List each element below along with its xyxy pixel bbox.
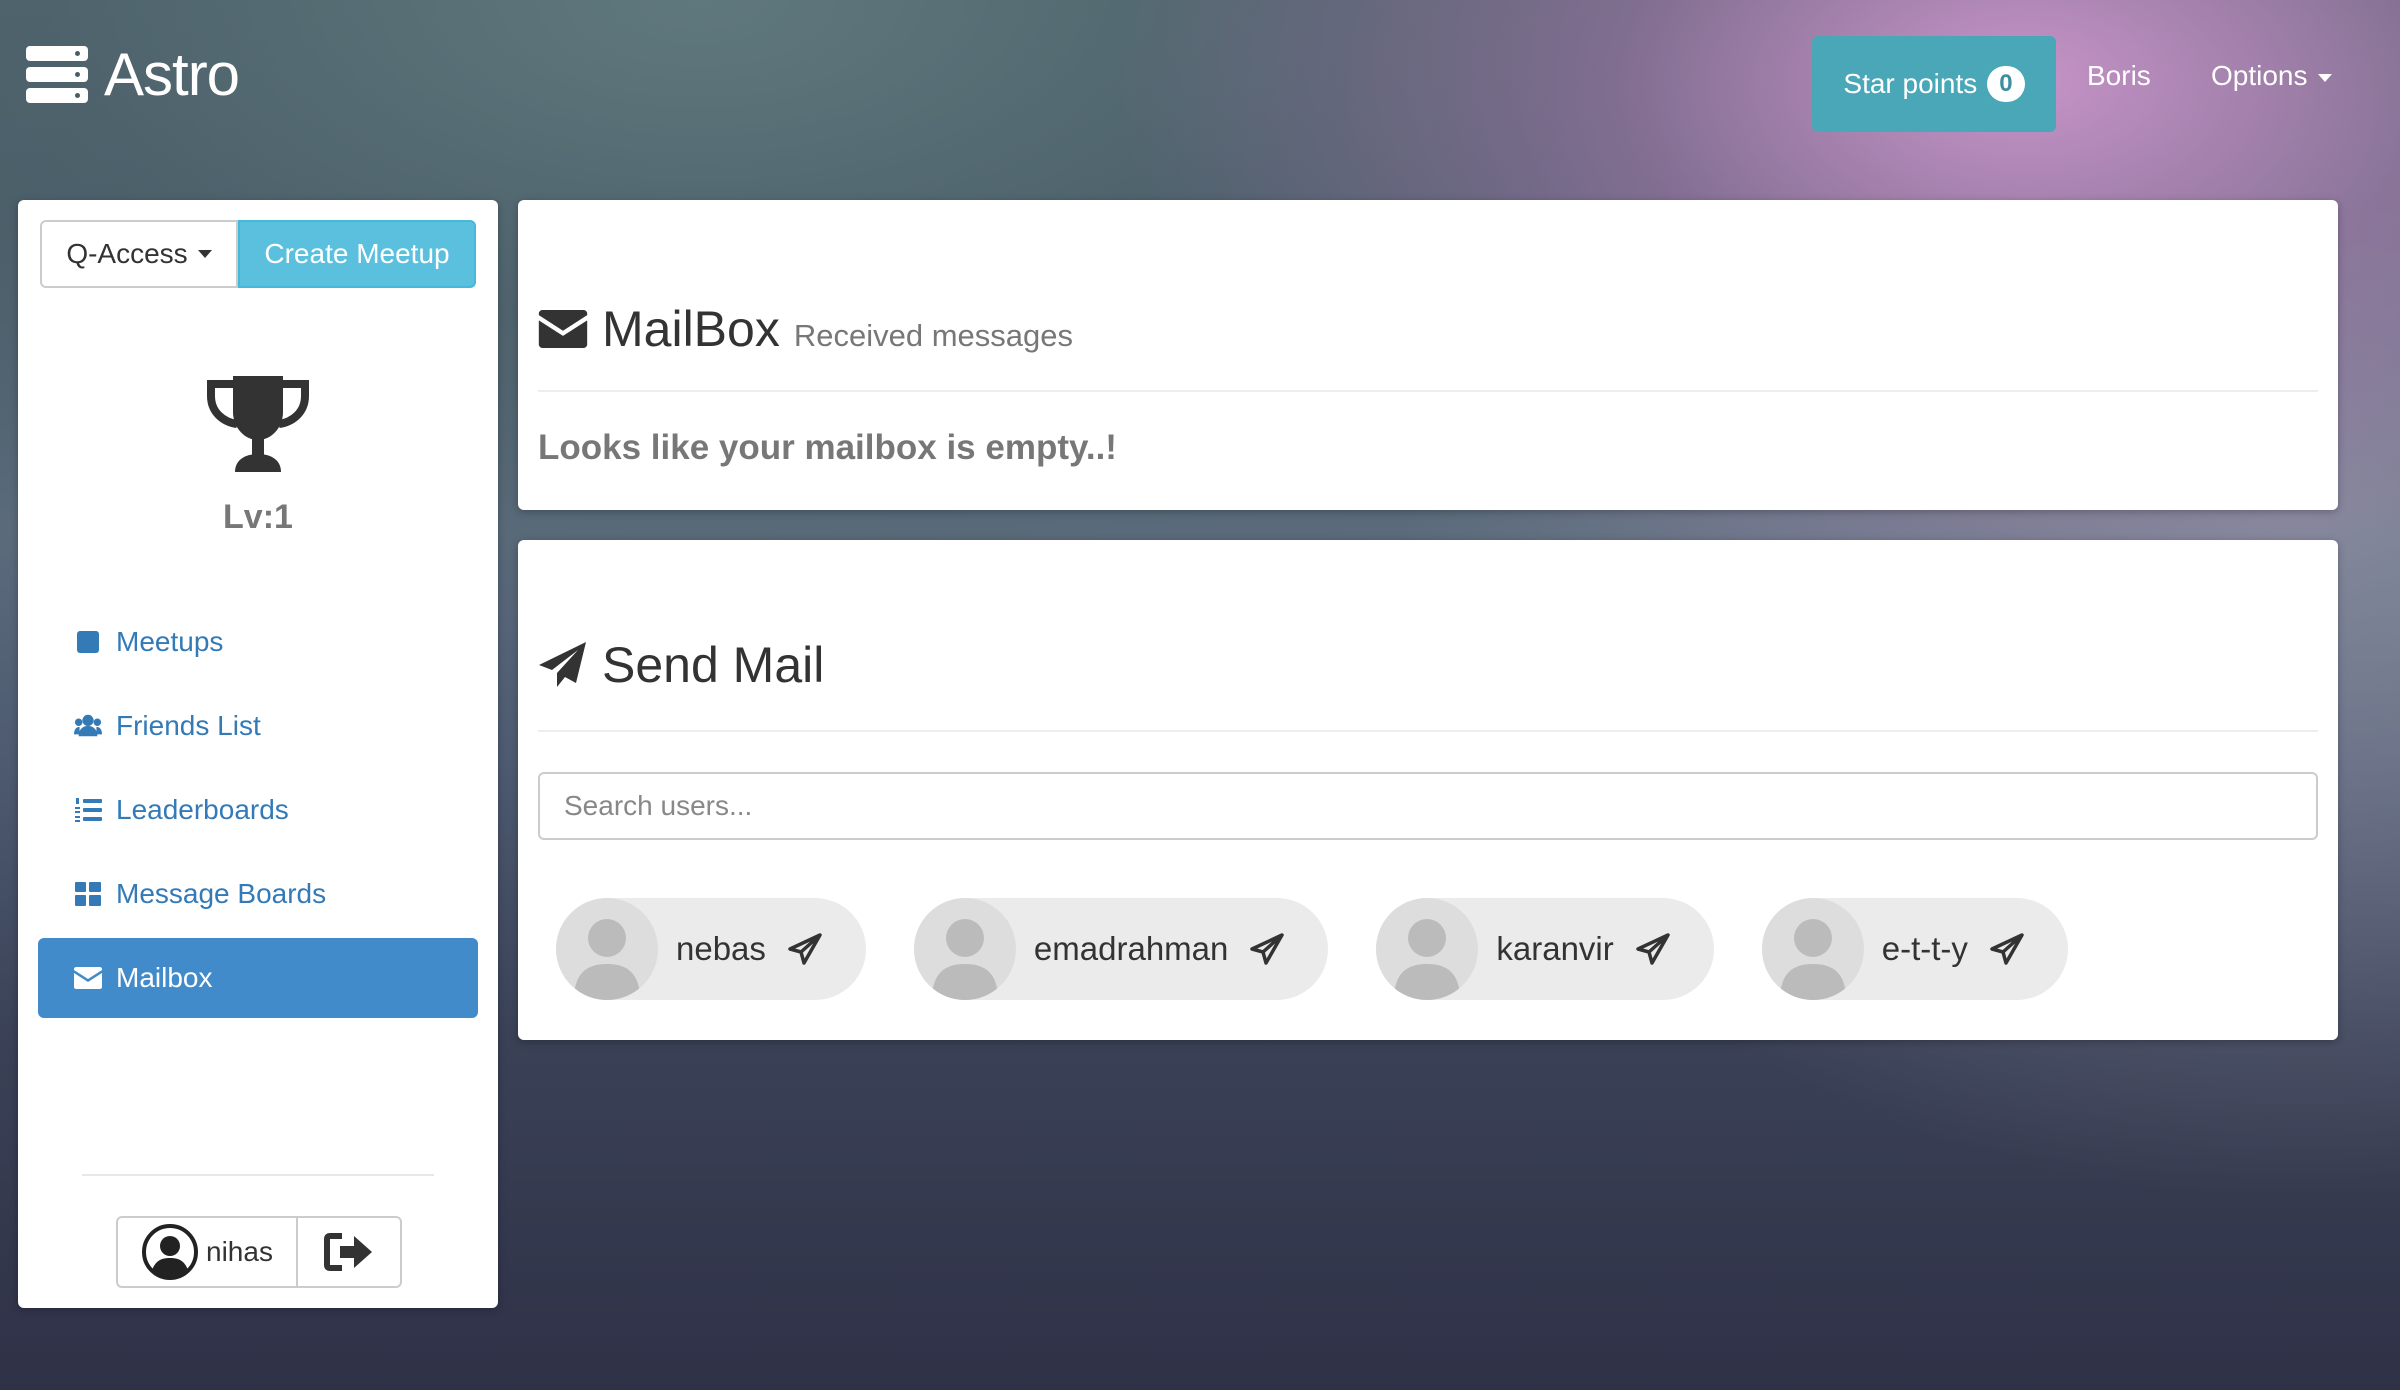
user-level: Lv:1 (223, 498, 293, 536)
sidebar-item-label: Message Boards (116, 878, 327, 909)
user-profile-button[interactable]: nihas (116, 1216, 298, 1288)
mailbox-header: MailBox Received messages (538, 300, 1073, 358)
sidebar: Q-Access Create Meetup Lv:1 Meetups Frie… (18, 200, 498, 1308)
user-list: nebas emadrahman karanvir e-t-t-y (556, 898, 2116, 1000)
sidebar-item-meetups[interactable]: Meetups (38, 602, 478, 682)
caret-down-icon (197, 250, 212, 258)
sidebar-item-leaderboards[interactable]: Leaderboards (38, 770, 478, 850)
mailbox-empty-message: Looks like your mailbox is empty..! (538, 428, 1117, 467)
user-profile-link[interactable]: Boris (2087, 60, 2151, 92)
sidebar-item-mailbox[interactable]: Mailbox (38, 938, 478, 1018)
avatar (913, 898, 1016, 1000)
mailbox-panel: MailBox Received messages Looks like you… (518, 200, 2338, 510)
user-chip-nebas[interactable]: nebas (556, 898, 866, 1000)
user-chip-e-t-t-y[interactable]: e-t-t-y (1761, 898, 2068, 1000)
sidebar-nav: Meetups Friends List Leaderboards Messag… (38, 602, 478, 1022)
options-dropdown[interactable]: Options (2211, 60, 2332, 92)
q-access-dropdown[interactable]: Q-Access (40, 220, 238, 288)
user-chip-emadrahman[interactable]: emadrahman (913, 898, 1329, 1000)
trophy-icon (207, 376, 309, 472)
logout-button[interactable] (298, 1216, 402, 1288)
username: nihas (206, 1236, 273, 1267)
users-icon (74, 712, 102, 740)
square-icon (74, 628, 102, 656)
send-icon (1250, 933, 1285, 965)
sidebar-item-label: Friends List (116, 710, 261, 741)
avatar (1376, 898, 1479, 1000)
avatar (1761, 898, 1864, 1000)
avatar (556, 898, 658, 1000)
server-stack-icon (26, 45, 88, 104)
list-ol-icon (74, 796, 102, 824)
top-navbar: Astro Star points 0 Boris Options (0, 0, 2400, 160)
send-mail-title: Send Mail (602, 637, 825, 693)
user-chip-name: karanvir (1496, 930, 1614, 967)
star-points-label: Star points (1843, 68, 1978, 99)
user-chip-name: nebas (676, 930, 766, 967)
user-button-group: nihas (116, 1216, 402, 1288)
user-circle-icon (142, 1224, 198, 1280)
envelope-icon (74, 964, 102, 992)
send-icon (1990, 933, 2024, 965)
mailbox-title: MailBox (602, 301, 780, 357)
user-chip-name: e-t-t-y (1881, 930, 1968, 967)
sidebar-item-friends-list[interactable]: Friends List (38, 686, 478, 766)
caret-down-icon (2317, 73, 2332, 82)
sidebar-item-label: Mailbox (116, 962, 213, 993)
paper-plane-icon (538, 641, 588, 689)
sidebar-divider (82, 1174, 434, 1176)
sidebar-button-group: Q-Access Create Meetup (40, 220, 476, 288)
send-icon (1636, 933, 1670, 965)
send-icon (788, 933, 822, 965)
brand-name: Astro (104, 41, 240, 108)
sidebar-item-label: Leaderboards (116, 794, 289, 825)
divider (538, 390, 2318, 392)
grid-icon (74, 880, 102, 908)
create-meetup-button[interactable]: Create Meetup (238, 220, 476, 288)
divider (538, 730, 2318, 732)
user-chip-karanvir[interactable]: karanvir (1376, 898, 1714, 1000)
brand[interactable]: Astro (26, 40, 240, 109)
user-chip-name: emadrahman (1033, 930, 1229, 967)
search-users-input[interactable] (538, 772, 2318, 840)
options-label: Options (2211, 60, 2308, 91)
sidebar-item-label: Meetups (116, 626, 224, 657)
send-mail-panel: Send Mail nebas emadrahman karanvir (518, 540, 2338, 1040)
sign-out-icon (324, 1233, 372, 1271)
send-mail-header: Send Mail (538, 636, 824, 694)
sidebar-item-message-boards[interactable]: Message Boards (38, 854, 478, 934)
q-access-label: Q-Access (66, 238, 188, 269)
envelope-icon (538, 310, 588, 348)
mailbox-subtitle: Received messages (793, 318, 1073, 353)
star-points-badge: 0 (1987, 66, 2025, 102)
star-points-button[interactable]: Star points 0 (1812, 36, 2056, 132)
